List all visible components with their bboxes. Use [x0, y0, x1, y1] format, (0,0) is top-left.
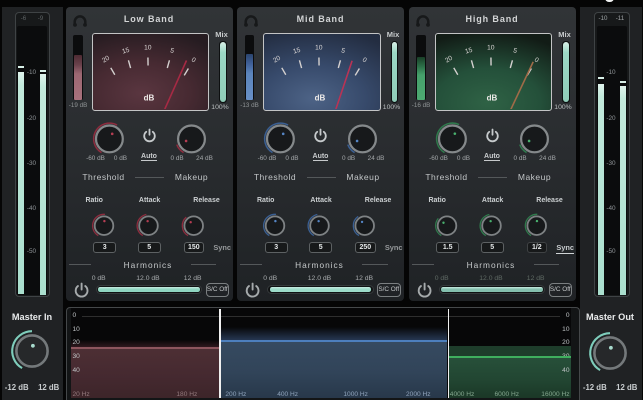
svg-text:15: 15 [121, 47, 130, 56]
svg-text:15: 15 [292, 47, 301, 56]
svg-text:5: 5 [512, 47, 518, 55]
svg-text:10: 10 [487, 44, 495, 51]
svg-text:dB: dB [143, 94, 154, 103]
svg-text:5: 5 [340, 47, 346, 55]
svg-text:20: 20 [101, 55, 111, 65]
svg-text:0: 0 [532, 56, 539, 64]
svg-text:10: 10 [315, 44, 323, 51]
svg-text:15: 15 [464, 47, 473, 56]
svg-text:20: 20 [272, 55, 282, 65]
svg-text:dB: dB [315, 94, 326, 103]
svg-text:dB: dB [486, 94, 497, 103]
svg-text:0: 0 [189, 56, 196, 64]
svg-text:5: 5 [169, 47, 175, 55]
svg-text:10: 10 [144, 44, 152, 51]
svg-text:20: 20 [444, 55, 454, 65]
svg-text:0: 0 [361, 56, 368, 64]
